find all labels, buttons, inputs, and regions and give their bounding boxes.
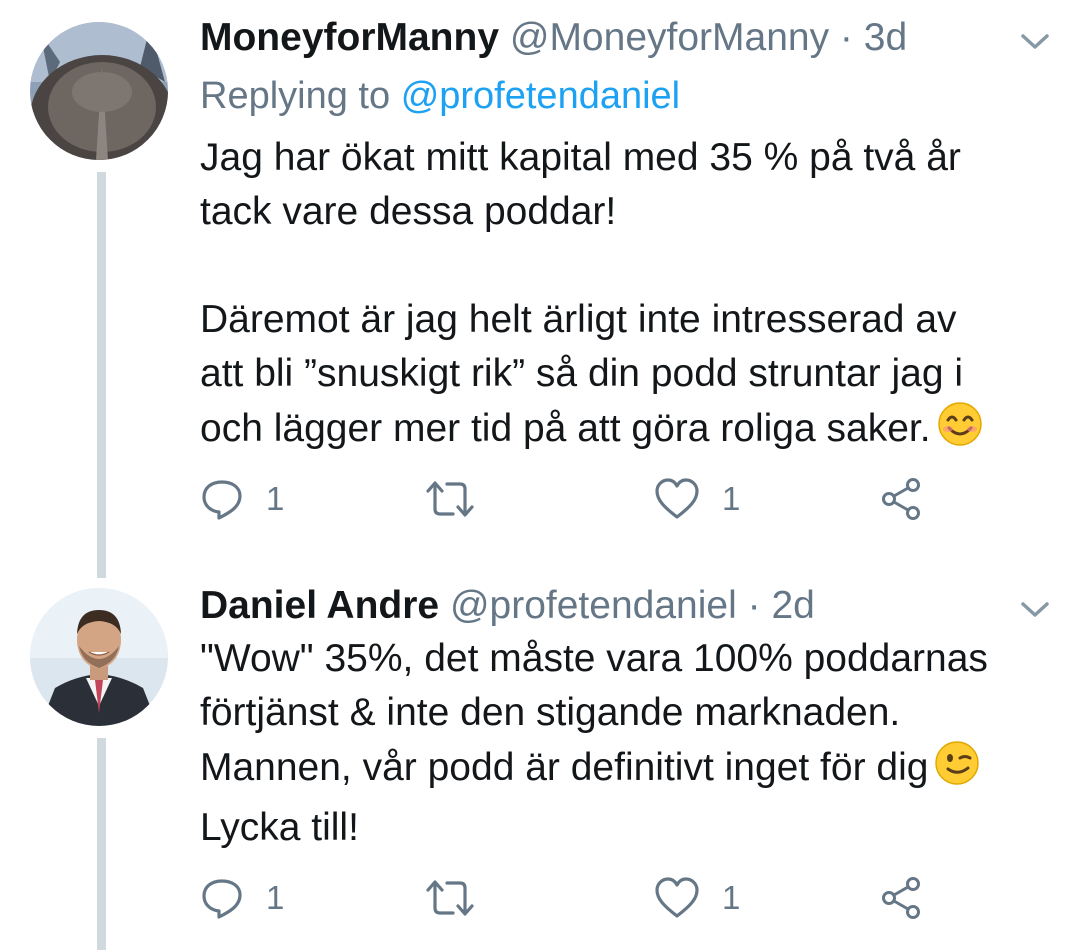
tweet-text: Jag har ökat mitt kapital med 35 % på tv… (200, 131, 1060, 462)
text-line: att bli ”snuskigt rik” så din podd strun… (200, 352, 964, 395)
text-line (200, 239, 1060, 293)
author-name[interactable]: Daniel Andre (200, 584, 439, 627)
text-line-with-emoji: och lägger mer tid på att göra roliga sa… (200, 401, 1060, 462)
retweet-icon (424, 477, 476, 521)
text-line: tack vare dessa poddar! (200, 190, 617, 233)
reply-button[interactable]: 1 (200, 873, 284, 923)
replying-to: Replying to @profetendaniel (200, 72, 680, 120)
chevron-down-icon[interactable] (1015, 26, 1055, 56)
share-icon (880, 477, 924, 521)
avatar[interactable] (30, 588, 168, 726)
separator: · (747, 584, 761, 627)
like-icon (654, 477, 700, 521)
like-button[interactable]: 1 (654, 474, 740, 524)
retweet-icon (424, 876, 476, 920)
reply-count: 1 (266, 480, 285, 517)
text-line: förtjänst & inte den stigande marknaden. (200, 691, 901, 734)
text-line: Mannen, vår podd är definitivt inget för… (200, 746, 929, 789)
like-button[interactable]: 1 (654, 873, 740, 923)
tweet-header: MoneyforManny @MoneyforManny · 3d (200, 14, 907, 62)
reply-count: 1 (266, 879, 285, 916)
tweet-moneyformanny[interactable]: MoneyforManny @MoneyforManny · 3d Replyi… (0, 0, 1080, 560)
like-icon (654, 876, 700, 920)
tweet-text: "Wow" 35%, det måste vara 100% poddarnas… (200, 632, 1060, 855)
author-handle[interactable]: @profetendaniel (450, 584, 737, 627)
chevron-down-icon[interactable] (1015, 594, 1055, 624)
like-count: 1 (722, 480, 741, 517)
timestamp[interactable]: 3d (864, 16, 907, 59)
retweet-button[interactable] (424, 474, 498, 524)
retweet-button[interactable] (424, 873, 498, 923)
separator: · (839, 16, 853, 59)
reply-icon (200, 876, 244, 920)
text-line: Jag har ökat mitt kapital med 35 % på tv… (200, 136, 961, 179)
reply-icon (200, 477, 244, 521)
text-line: "Wow" 35%, det måste vara 100% poddarnas (200, 637, 988, 680)
share-button[interactable] (880, 474, 924, 524)
timestamp[interactable]: 2d (771, 584, 814, 627)
text-line: Däremot är jag helt ärligt inte intresse… (200, 298, 957, 341)
tweet-daniel-andre[interactable]: Daniel Andre @profetendaniel · 2d "Wow" … (0, 578, 1080, 950)
text-line: och lägger mer tid på att göra roliga sa… (200, 407, 931, 450)
winking-face-icon (934, 740, 980, 801)
reply-button[interactable]: 1 (200, 474, 284, 524)
author-handle[interactable]: @MoneyforManny (510, 16, 829, 59)
text-line: Lycka till! (200, 806, 359, 849)
text-line-with-emoji: Mannen, vår podd är definitivt inget för… (200, 740, 1060, 801)
like-count: 1 (722, 879, 741, 916)
action-bar: 1 1 (200, 873, 1060, 923)
replying-to-label: Replying to (200, 75, 391, 117)
action-bar: 1 1 (200, 474, 1060, 524)
avatar[interactable] (30, 22, 168, 160)
author-name[interactable]: MoneyforManny (200, 16, 499, 59)
share-icon (880, 876, 924, 920)
reply-mention-link[interactable]: @profetendaniel (401, 75, 680, 117)
share-button[interactable] (880, 873, 924, 923)
tweet-header: Daniel Andre @profetendaniel · 2d (200, 582, 815, 630)
smiling-face-icon (937, 401, 983, 462)
